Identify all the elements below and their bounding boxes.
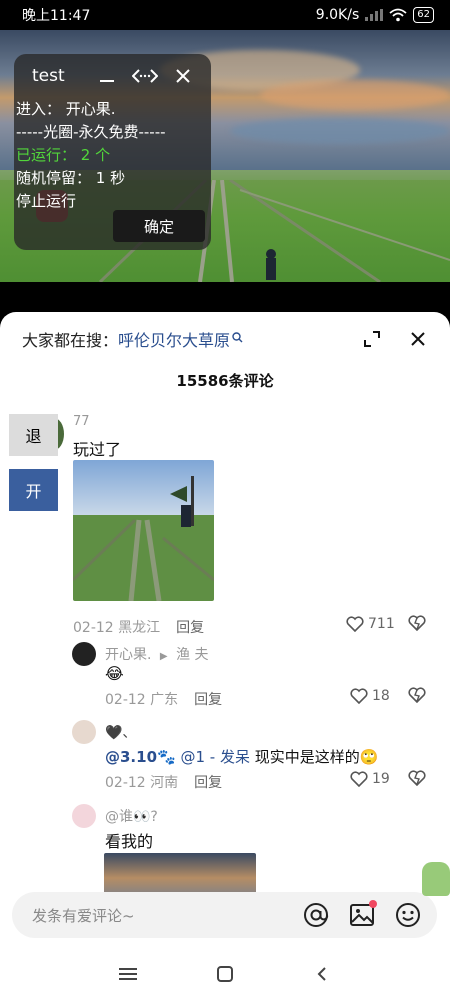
broken-heart-icon [408,687,426,704]
search-icon[interactable] [232,332,243,346]
new-badge-dot [369,900,377,908]
like-count: 711 [368,616,395,632]
reply-item: 开心果. ▶ 渔 夫 😂 02-12 广东 回复 18 [0,638,450,714]
reply-meta: 02-12 河南 回复 [105,772,222,792]
float-line-enter: 进入： 开心果. [16,100,116,118]
comment-input[interactable]: 发条有爱评论~ [32,905,283,926]
reply-button[interactable]: 回复 [194,692,222,708]
comment-date: 02-12 黑龙江 [73,620,161,636]
reply-item: 🖤、 @3.10🐾 @1 - 发呆 现实中是这样的🙄 02-12 河南 回复 19 [0,718,450,802]
reply-button[interactable]: 回复 [176,620,204,636]
reply-author[interactable]: 开心果. ▶ 渔 夫 [105,644,209,664]
reply-author[interactable]: 🖤、 [105,722,136,742]
network-speed: 9.0K/s [315,7,360,23]
dislike-button[interactable] [408,615,426,635]
like-button[interactable]: 19 [350,771,390,787]
comment-author[interactable]: 77 [73,414,90,429]
comment-count: 15586条评论 [176,372,274,390]
battery-icon: 62 [413,7,434,23]
avatar[interactable] [72,804,96,828]
comment-item: 77 玩过了 02-12 黑龙江 回复 711 [0,408,450,638]
reply-author[interactable]: @谁👀? [105,806,158,826]
floating-robot-icon[interactable] [422,862,450,896]
reply-meta: 02-12 广东 回复 [105,689,222,709]
image-icon[interactable] [349,900,377,928]
trending-label: 大家都在搜： [22,331,119,350]
reply-arrow-icon: ▶ [159,651,168,662]
dislike-button[interactable] [408,687,426,707]
dislike-button[interactable] [408,770,426,790]
float-line-running: 已运行： 2 个 [16,146,111,164]
reply-text-line: @3.10🐾 @1 - 发呆 现实中是这样的🙄 [105,746,378,767]
mention-link[interactable]: @3.10🐾 [105,748,176,766]
float-line-stay: 随机停留： 1 秒 [16,169,126,187]
broken-heart-icon [408,770,426,787]
like-count: 19 [372,771,390,787]
float-body: 进入： 开心果. -----光圈-永久免费----- 已运行： 2 个 随机停留… [14,98,211,213]
confirm-button[interactable]: 确定 [113,210,205,242]
menu-icon[interactable] [116,962,140,986]
back-icon[interactable] [310,962,334,986]
exit-button[interactable]: 退 [9,414,58,456]
comment-image[interactable] [73,460,214,601]
wifi-icon [389,8,407,22]
avatar[interactable] [72,642,96,666]
mention-link[interactable]: @1 - 发呆 [180,748,250,766]
reply-text: 现实中是这样的🙄 [254,748,379,766]
signal-icon [365,9,384,21]
heart-icon [350,771,368,787]
comment-meta: 02-12 黑龙江 回复 [73,617,204,637]
reply-date: 02-12 广东 [105,692,179,708]
system-nav-bar [0,948,450,1000]
floating-tool-window[interactable]: test 进入： 开心果. -----光圈-永久免费----- 已运行： 2 个… [14,54,211,250]
like-button[interactable]: 711 [346,616,395,632]
broken-heart-icon [408,615,426,632]
float-header[interactable]: test [14,54,211,98]
reply-item: @谁👀? 看我的 [0,802,450,903]
trending-search-link[interactable]: 呼伦贝尔大草原 [118,327,230,351]
heart-icon [350,688,368,704]
emoji-icon[interactable] [395,902,421,928]
drag-arrows-icon[interactable] [131,62,159,90]
reply-button[interactable]: 回复 [194,775,222,791]
at-mention-icon[interactable] [303,902,329,928]
reply-text: 看我的 [105,832,154,851]
start-button[interactable]: 开 [9,469,58,511]
float-title: test [32,66,65,86]
like-count: 18 [372,688,390,704]
close-icon[interactable] [169,62,197,90]
trending-search-bar: 大家都在搜： 呼伦贝尔大草原 [0,312,450,366]
status-bar: 晚上11:47 9.0K/s 62 [0,0,450,30]
reply-emoji: 😂 [105,664,124,683]
avatar[interactable] [72,720,96,744]
comment-text: 玩过了 [73,440,122,459]
minimize-icon[interactable] [93,62,121,90]
float-line-promo: -----光圈-永久免费----- [16,123,166,141]
close-sheet-icon[interactable] [408,329,428,349]
like-button[interactable]: 18 [350,688,390,704]
reply-date: 02-12 河南 [105,775,179,791]
heart-icon [346,616,364,632]
comment-input-bar[interactable]: 发条有爱评论~ [12,892,437,938]
expand-icon[interactable] [362,329,382,349]
status-time: 晚上11:47 [22,8,91,24]
home-icon[interactable] [213,962,237,986]
